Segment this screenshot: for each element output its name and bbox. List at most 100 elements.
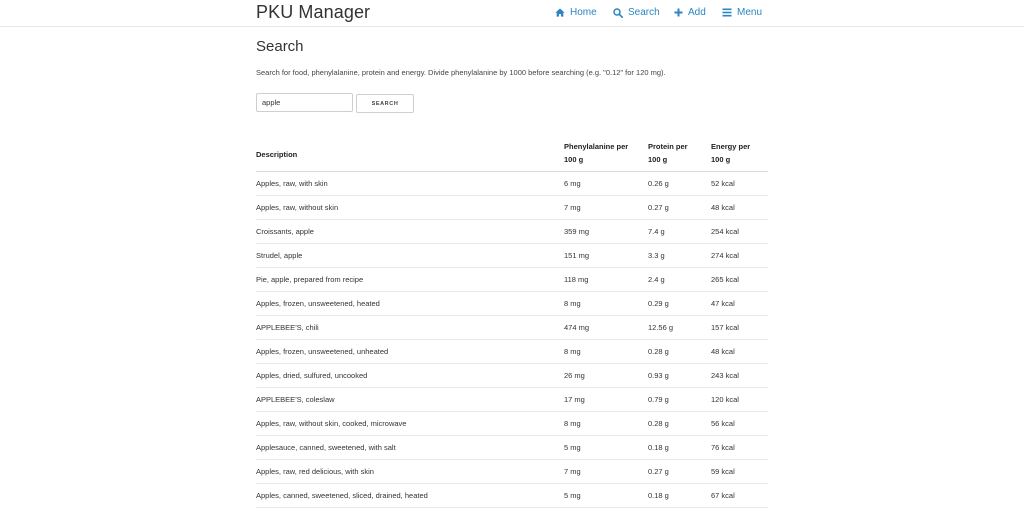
table-row[interactable]: Strudel, apple 151 mg 3.3 g 274 kcal (256, 244, 768, 268)
cell-description: Pie, apple, prepared from recipe (256, 275, 364, 284)
nav-item-search[interactable]: Search (613, 7, 660, 18)
cell-phenylalanine: 474 mg (564, 323, 590, 332)
cell-description: APPLEBEE'S, coleslaw (256, 395, 335, 404)
cell-energy: 48 kcal (711, 347, 735, 356)
header-energy-line1: Energy per (711, 142, 751, 151)
table-row[interactable]: Apples, raw, red delicious, with skin 7 … (256, 460, 768, 484)
table-row[interactable]: Apples, dried, sulfured, uncooked 26 mg … (256, 364, 768, 388)
table-header: Description Phenylalanine per 100 g Prot… (256, 138, 768, 172)
header-protein: Protein per 100 g (648, 140, 688, 166)
table-row[interactable]: Apples, raw, without skin 7 mg 0.27 g 48… (256, 196, 768, 220)
home-icon (555, 8, 565, 17)
cell-phenylalanine: 6 mg (564, 179, 581, 188)
nav-item-home[interactable]: Home (555, 7, 597, 18)
cell-phenylalanine: 151 mg (564, 251, 590, 260)
header-phenylalanine-line1: Phenylalanine per (564, 142, 629, 151)
table-row[interactable]: Apples, frozen, unsweetened, heated 8 mg… (256, 292, 768, 316)
cell-phenylalanine: 118 mg (564, 275, 589, 284)
cell-phenylalanine: 8 mg (564, 419, 581, 428)
cell-energy: 243 kcal (711, 371, 739, 380)
header-phenylalanine: Phenylalanine per 100 g (564, 140, 628, 166)
nav-item-label: Menu (737, 7, 763, 18)
header-energy-line2: 100 g (711, 155, 731, 164)
cell-phenylalanine: 5 mg (564, 491, 581, 500)
header-description: Description (256, 150, 298, 159)
page-title: Search (256, 38, 304, 55)
nav-item-menu[interactable]: Menu (722, 7, 762, 18)
cell-protein: 0.93 g (648, 371, 669, 380)
cell-phenylalanine: 17 mg (564, 395, 585, 404)
cell-protein: 3.3 g (648, 251, 665, 260)
table-row[interactable]: APPLEBEE'S, coleslaw 17 mg 0.79 g 120 kc… (256, 388, 768, 412)
cell-energy: 120 kcal (711, 395, 739, 404)
cell-energy: 47 kcal (711, 299, 735, 308)
cell-energy: 76 kcal (711, 443, 735, 452)
search-instructions: Search for food, phenylalanine, protein … (256, 68, 666, 77)
cell-protein: 0.18 g (648, 491, 669, 500)
cell-protein: 7.4 g (648, 227, 665, 236)
table-row[interactable]: Applesauce, canned, sweetened, with salt… (256, 436, 768, 460)
table-row[interactable]: Apples, frozen, unsweetened, unheated 8 … (256, 340, 768, 364)
cell-protein: 12.56 g (648, 323, 674, 332)
menu-icon (722, 8, 732, 17)
search-button[interactable]: Search (356, 94, 414, 113)
plus-icon (674, 8, 683, 17)
cell-protein: 0.27 g (648, 467, 669, 476)
nav-item-add[interactable]: Add (674, 7, 706, 18)
cell-description: Apples, raw, with skin (256, 179, 328, 188)
cell-description: Apples, dried, sulfured, uncooked (256, 371, 368, 380)
cell-energy: 157 kcal (711, 323, 739, 332)
cell-energy: 265 kcal (711, 275, 739, 284)
cell-description: Applesauce, canned, sweetened, with salt (256, 443, 396, 452)
cell-protein: 0.27 g (648, 203, 669, 212)
cell-phenylalanine: 7 mg (564, 203, 581, 212)
cell-protein: 0.26 g (648, 179, 669, 188)
cell-protein: 0.18 g (648, 443, 669, 452)
cell-protein: 0.29 g (648, 299, 669, 308)
cell-description: APPLEBEE'S, chili (256, 323, 319, 332)
nav-item-label: Add (688, 7, 706, 18)
cell-description: Croissants, apple (256, 227, 314, 236)
cell-phenylalanine: 7 mg (564, 467, 581, 476)
cell-protein: 2.4 g (648, 275, 665, 284)
cell-energy: 274 kcal (711, 251, 739, 260)
cell-protein: 0.28 g (648, 419, 669, 428)
results-table: Description Phenylalanine per 100 g Prot… (256, 138, 768, 508)
top-navbar: PKU Manager Home Search Add Menu (0, 0, 1024, 27)
table-row[interactable]: Apples, raw, with skin 6 mg 0.26 g 52 kc… (256, 172, 768, 196)
cell-energy: 48 kcal (711, 203, 735, 212)
cell-protein: 0.28 g (648, 347, 669, 356)
nav-item-label: Search (628, 7, 660, 18)
table-row[interactable]: Apples, raw, without skin, cooked, micro… (256, 412, 768, 436)
table-row[interactable]: Croissants, apple 359 mg 7.4 g 254 kcal (256, 220, 768, 244)
cell-phenylalanine: 26 mg (564, 371, 585, 380)
search-icon (613, 7, 623, 18)
cell-energy: 67 kcal (711, 491, 735, 500)
cell-phenylalanine: 8 mg (564, 299, 581, 308)
cell-description: Apples, raw, without skin (256, 203, 339, 212)
cell-description: Apples, frozen, unsweetened, heated (256, 299, 380, 308)
cell-protein: 0.79 g (648, 395, 669, 404)
app-brand[interactable]: PKU Manager (256, 2, 370, 23)
cell-description: Apples, frozen, unsweetened, unheated (256, 347, 389, 356)
cell-description: Strudel, apple (256, 251, 303, 260)
cell-description: Apples, canned, sweetened, sliced, drain… (256, 491, 428, 500)
cell-phenylalanine: 359 mg (564, 227, 590, 236)
table-row[interactable]: Apples, canned, sweetened, sliced, drain… (256, 484, 768, 508)
table-row[interactable]: Pie, apple, prepared from recipe 118 mg … (256, 268, 768, 292)
cell-energy: 52 kcal (711, 179, 735, 188)
header-protein-line2: 100 g (648, 155, 668, 164)
cell-phenylalanine: 5 mg (564, 443, 581, 452)
nav-item-label: Home (570, 7, 597, 18)
cell-description: Apples, raw, red delicious, with skin (256, 467, 374, 476)
header-phenylalanine-line2: 100 g (564, 155, 584, 164)
cell-energy: 254 kcal (711, 227, 739, 236)
cell-description: Apples, raw, without skin, cooked, micro… (256, 419, 407, 428)
search-input[interactable] (256, 93, 353, 112)
table-row[interactable]: APPLEBEE'S, chili 474 mg 12.56 g 157 kca… (256, 316, 768, 340)
header-energy: Energy per 100 g (711, 140, 750, 166)
cell-phenylalanine: 8 mg (564, 347, 581, 356)
cell-energy: 59 kcal (711, 467, 735, 476)
cell-energy: 56 kcal (711, 419, 735, 428)
header-protein-line1: Protein per (648, 142, 688, 151)
